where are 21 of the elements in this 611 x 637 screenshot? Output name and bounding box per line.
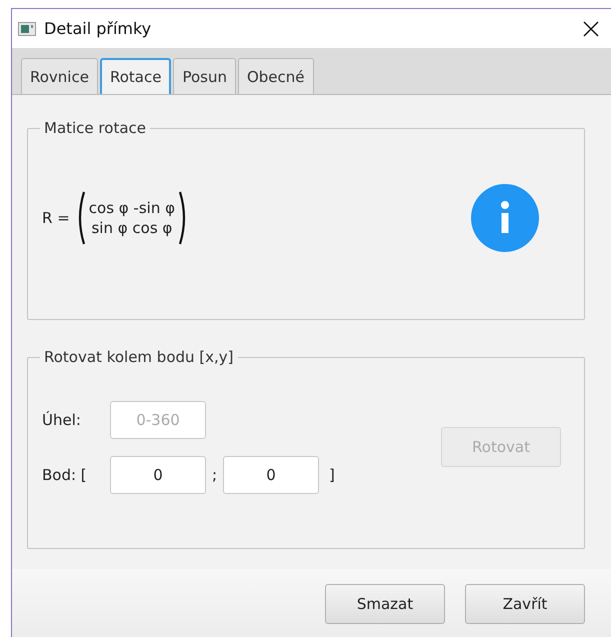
matrix-row: sin φ cos φ bbox=[91, 218, 172, 238]
tab[interactable]: Obecné bbox=[238, 58, 314, 94]
app-icon bbox=[18, 22, 36, 36]
window-title: Detail přímky bbox=[44, 19, 152, 38]
info-icon bbox=[471, 184, 539, 252]
tab[interactable]: Rovnice bbox=[21, 58, 98, 94]
point-label: Bod: [ bbox=[42, 466, 88, 484]
angle-label: Úhel: bbox=[42, 410, 82, 428]
dialog-button[interactable]: Smazat bbox=[325, 584, 445, 624]
bracket-label: ] bbox=[329, 466, 335, 484]
dialog-button[interactable]: Zavřít bbox=[465, 584, 585, 624]
matrix-label: R = bbox=[42, 209, 70, 227]
angle-field[interactable]: 0-360 bbox=[110, 400, 206, 438]
tab[interactable]: Posun bbox=[173, 58, 236, 94]
group-title: Rotovat kolem bodu [x,y] bbox=[40, 348, 238, 366]
matrix-row: cos φ -sin φ bbox=[88, 198, 176, 218]
tab[interactable]: Rotace bbox=[100, 58, 172, 94]
separator-label: ; bbox=[210, 466, 218, 484]
y-field[interactable]: 0 bbox=[223, 456, 319, 494]
x-field[interactable]: 0 bbox=[110, 456, 206, 494]
close-icon bbox=[583, 20, 599, 36]
